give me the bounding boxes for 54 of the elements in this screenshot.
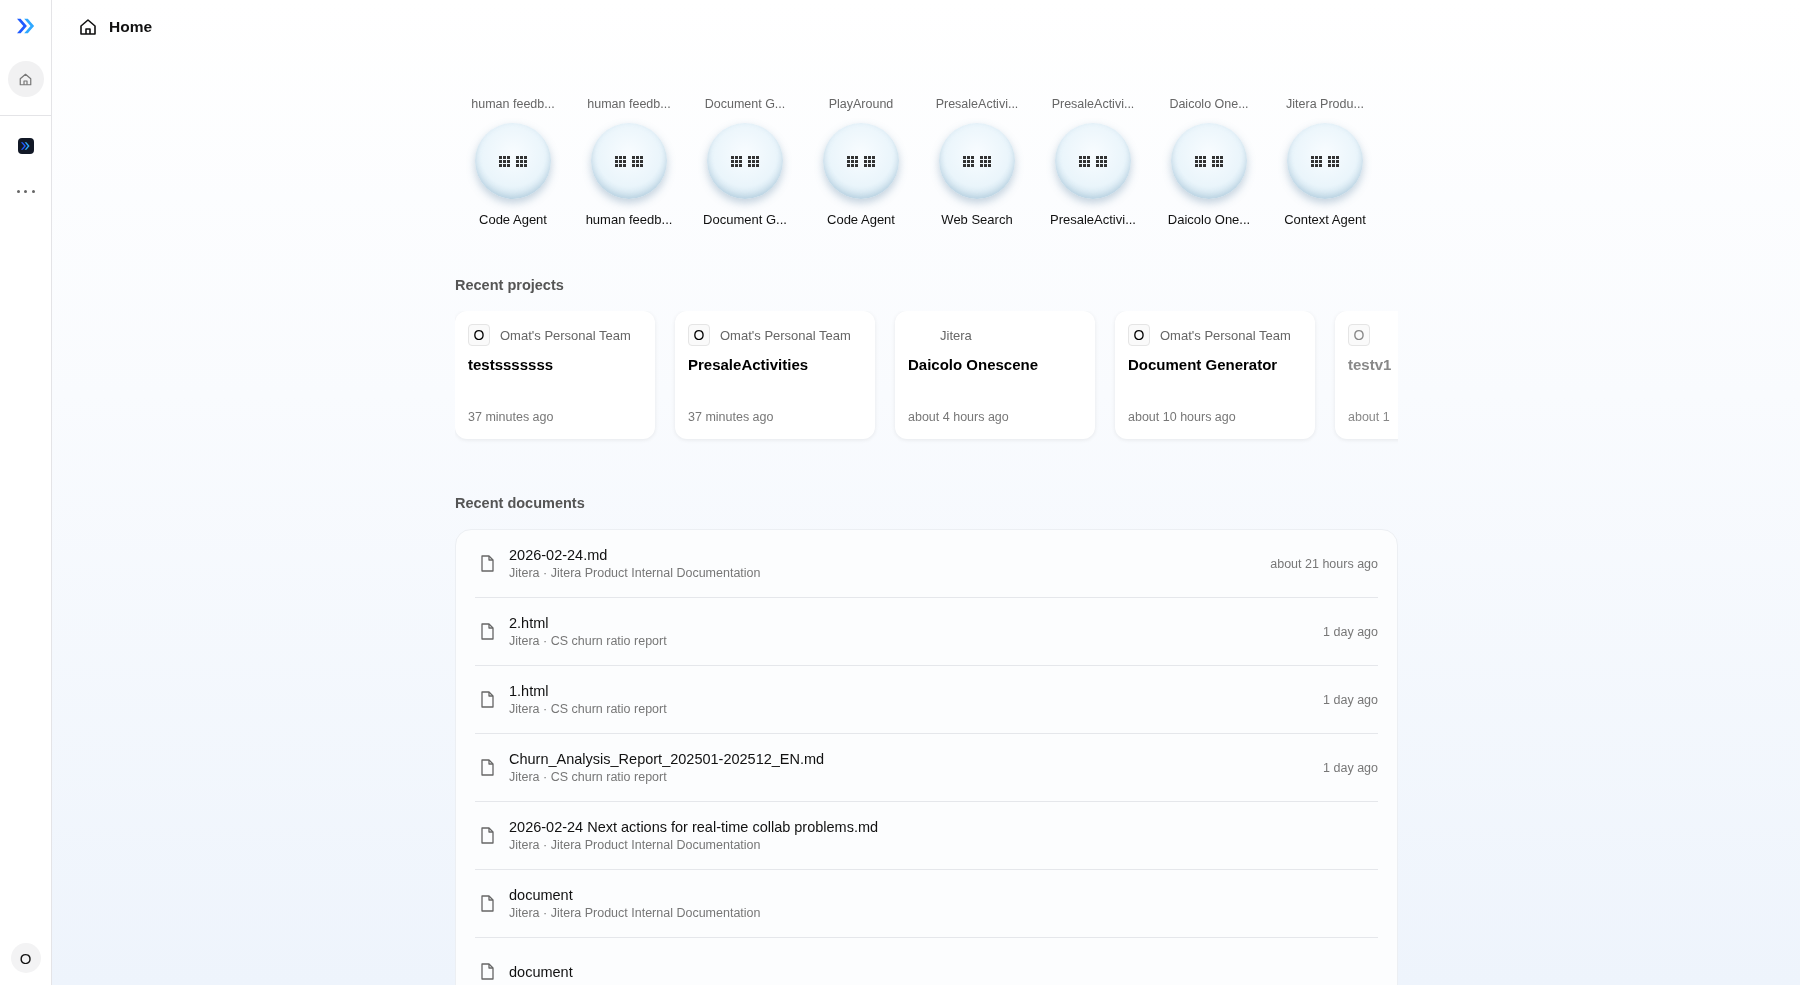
file-icon <box>480 963 495 980</box>
document-path: Jitera · CS churn ratio report <box>509 702 668 716</box>
document-time: 1 day ago <box>1323 692 1378 707</box>
project-card[interactable]: O Omat's Personal Team testsssssss 37 minutes ago <box>455 311 655 439</box>
more-icon[interactable] <box>16 188 35 194</box>
document-link[interactable]: 1.html <box>509 683 1310 699</box>
document-time: 1 day ago <box>1323 624 1378 639</box>
project-card[interactable]: O Omat's Personal Team PresaleActivities 37 minutes ago <box>675 311 875 439</box>
agent-item[interactable]: Jitera Produ... Context Agent <box>1267 97 1383 227</box>
grid-dots-icon <box>963 155 991 167</box>
grid-dots-icon <box>731 155 759 167</box>
agent-item[interactable]: PlayAround Code Agent <box>803 97 919 227</box>
project-card[interactable]: Jitera Daicolo Onescene about 4 hours ago <box>895 311 1095 439</box>
document-path: Jitera · CS churn ratio report <box>509 770 668 784</box>
document-link[interactable]: 2026-02-24.md <box>509 547 1257 563</box>
grid-dots-icon <box>499 155 527 167</box>
file-icon <box>480 691 495 708</box>
document-time: about 21 hours ago <box>1270 556 1378 571</box>
app-icon[interactable] <box>17 138 34 154</box>
user-avatar[interactable]: O <box>10 943 41 973</box>
document-path: Jitera · Jitera Product Internal Documentation <box>509 838 762 852</box>
section-title: Recent documents <box>455 495 586 511</box>
grid-dots-icon <box>615 155 643 167</box>
agent-item[interactable]: PresaleActivi... PresaleActivi... <box>1035 97 1151 227</box>
document-link[interactable]: document <box>509 887 1378 903</box>
document-link[interactable]: 2026-02-24 Next actions for real-time collab problems.md <box>509 819 1378 835</box>
file-icon <box>480 895 495 912</box>
agent-item[interactable]: Document G... Document G... <box>687 97 803 227</box>
home-icon <box>78 17 98 37</box>
section-title: Recent projects <box>455 277 565 293</box>
agent-item[interactable]: PresaleActivi... Web Search <box>919 97 1035 227</box>
document-link[interactable]: 2.html <box>509 615 1310 631</box>
grid-dots-icon <box>1079 155 1107 167</box>
project-card[interactable]: O Omat's Personal Team Document Generator about 10 hours ago <box>1115 311 1315 439</box>
file-icon <box>480 827 495 844</box>
agent-item[interactable]: Daicolo One... Daicolo One... <box>1151 97 1267 227</box>
document-link[interactable]: Churn_Analysis_Report_202501-202512_EN.md <box>509 751 1310 767</box>
document-link[interactable]: document <box>509 963 1378 980</box>
grid-dots-icon <box>1195 155 1223 167</box>
agent-item[interactable]: human feedb... Code Agent <box>455 97 571 227</box>
file-icon <box>480 555 495 572</box>
file-icon <box>480 759 495 776</box>
document-path: Jitera · Jitera Product Internal Documentation <box>509 906 762 920</box>
document-time: 1 day ago <box>1323 760 1378 775</box>
agent-item[interactable]: human feedb... human feedb... <box>571 97 687 227</box>
document-path: Jitera · CS churn ratio report <box>509 634 668 648</box>
grid-dots-icon <box>847 155 875 167</box>
page-title: Home <box>109 18 153 36</box>
document-path: Jitera · Jitera Product Internal Documentation <box>509 566 762 580</box>
grid-dots-icon <box>1311 155 1339 167</box>
project-card[interactable]: O testv1 about 1 <box>1335 311 1398 439</box>
file-icon <box>480 623 495 640</box>
home-button[interactable] <box>7 61 44 97</box>
home-icon <box>18 71 33 87</box>
